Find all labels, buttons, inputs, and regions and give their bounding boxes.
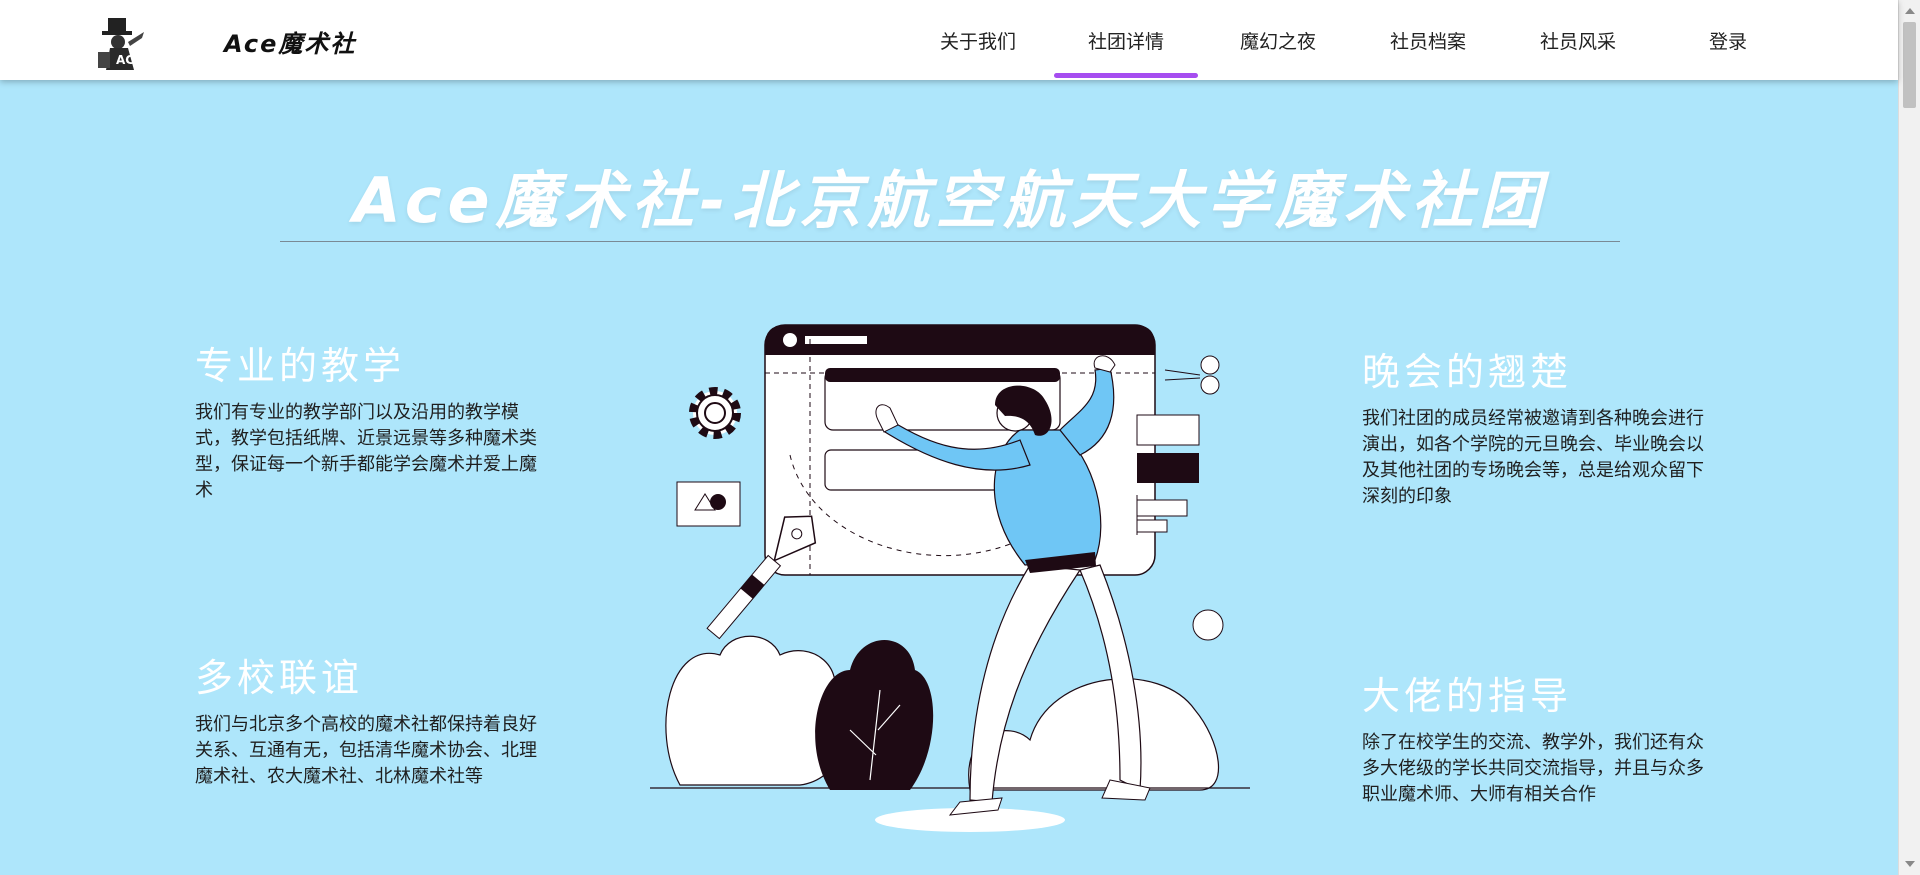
scroll-up-icon[interactable]	[1905, 8, 1915, 14]
feature-text: 我们社团的成员经常被邀请到各种晚会进行演出，如各个学院的元旦晚会、毕业晚会以及其…	[1362, 408, 1704, 507]
login-link[interactable]: 登录	[1696, 0, 1760, 80]
feature-title: 多校联谊	[195, 656, 364, 700]
magician-logo-icon[interactable]: AC	[94, 12, 152, 72]
top-navbar: AC Ace魔术社 关于我们 社团详情 魔幻之夜 社员档案 社员风采 登录	[0, 0, 1898, 80]
scroll-thumb[interactable]	[1903, 22, 1916, 108]
feature-title: 大佬的指导	[1362, 674, 1573, 718]
feature-text: 我们与北京多个高校的魔术社都保持着良好关系、互通有无，包括清华魔术协会、北理魔术…	[195, 714, 537, 787]
nav-club-details[interactable]: 社团详情	[1054, 0, 1198, 80]
nav-member-profiles[interactable]: 社员档案	[1380, 0, 1476, 80]
hero-divider	[280, 241, 1620, 242]
feature-intercollegiate: 多校联谊 我们与北京多个高校的魔术社都保持着良好关系、互通有无，包括清华魔术协会…	[195, 654, 540, 790]
feature-teaching: 专业的教学 我们有专业的教学部门以及沿用的教学模式，教学包括纸牌、近景远景等多种…	[195, 342, 540, 504]
feature-text: 我们有专业的教学部门以及沿用的教学模式，教学包括纸牌、近景远景等多种魔术类型，保…	[195, 402, 537, 501]
brand-name[interactable]: Ace魔术社	[224, 24, 356, 59]
feature-title: 晚会的翘楚	[1362, 350, 1573, 394]
feature-gala: 晚会的翘楚 我们社团的成员经常被邀请到各种晚会进行演出，如各个学院的元旦晚会、毕…	[1362, 348, 1707, 510]
hero-title: Ace魔术社-北京航空航天大学魔术社团	[352, 164, 1548, 237]
page-scrollbar[interactable]	[1898, 0, 1920, 875]
nav-member-showcase[interactable]: 社员风采	[1530, 0, 1626, 80]
scroll-down-icon[interactable]	[1905, 861, 1915, 867]
feature-mentorship: 大佬的指导 除了在校学生的交流、教学外，我们还有众多大佬级的学长共同交流指导，并…	[1362, 672, 1707, 808]
svg-text:AC: AC	[116, 53, 134, 67]
designer-illustration	[650, 324, 1250, 832]
feature-title: 专业的教学	[195, 344, 406, 388]
feature-text: 除了在校学生的交流、教学外，我们还有众多大佬级的学长共同交流指导，并且与众多职业…	[1362, 732, 1704, 805]
nav-about-us[interactable]: 关于我们	[930, 0, 1026, 80]
nav-magic-night[interactable]: 魔幻之夜	[1230, 0, 1326, 80]
